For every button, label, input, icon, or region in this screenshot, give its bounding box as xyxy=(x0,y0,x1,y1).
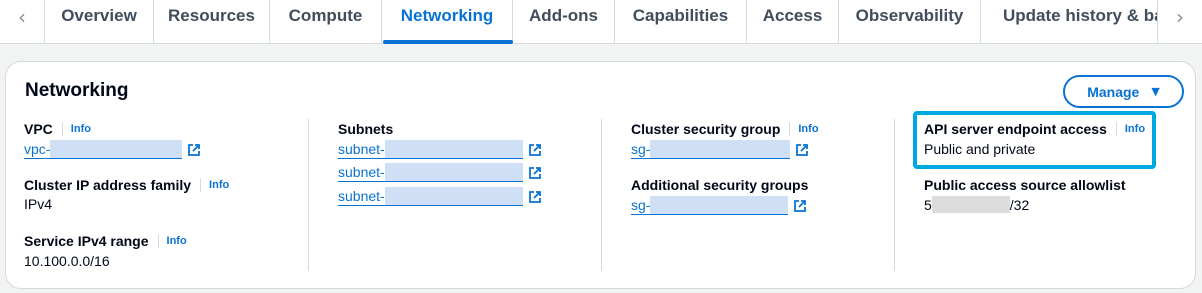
asg-link-text: sg- xyxy=(631,197,651,213)
cluster-security-group-info-link[interactable]: Info xyxy=(798,123,818,135)
tab-resources[interactable]: Resources xyxy=(154,0,269,44)
vpc-label: VPC Info xyxy=(24,121,91,137)
asg-link-underline: sg- xyxy=(631,196,789,215)
subnet-link-underline: subnet- xyxy=(338,140,523,159)
public-access-allowlist-value: 5 /32 xyxy=(924,196,1029,213)
external-link-icon xyxy=(796,143,809,156)
vpc-link-text: vpc- xyxy=(24,141,51,157)
tab-compute[interactable]: Compute xyxy=(270,0,381,44)
csg-link-text: sg- xyxy=(631,141,651,157)
tab-overview[interactable]: Overview xyxy=(45,0,153,44)
tab-bar: ‹ Overview Resources Compute Networking … xyxy=(0,0,1202,44)
column-divider xyxy=(894,119,895,271)
public-access-allowlist-label: Public access source allowlist xyxy=(924,177,1126,193)
tab-label: Overview xyxy=(61,6,137,25)
manage-button[interactable]: Manage ▼ xyxy=(1063,75,1184,108)
redacted-id xyxy=(384,163,523,181)
additional-security-groups-label: Additional security groups xyxy=(631,177,808,193)
tab-label: Capabilities xyxy=(632,6,729,25)
subnet-link[interactable]: subnet- xyxy=(338,163,541,182)
additional-security-group-link[interactable]: sg- xyxy=(631,196,807,215)
tabs-scroll-left-icon[interactable]: ‹ xyxy=(0,0,44,33)
vpc-info-link[interactable]: Info xyxy=(71,123,91,135)
info-divider xyxy=(61,122,63,136)
external-link-icon xyxy=(188,143,201,156)
tab-label: Resources xyxy=(168,6,255,25)
tab-observability[interactable]: Observability xyxy=(839,0,980,44)
redacted-ip xyxy=(931,196,1010,213)
vpc-link[interactable]: vpc- xyxy=(24,140,201,159)
external-link-icon xyxy=(528,190,541,203)
manage-button-label: Manage xyxy=(1087,83,1140,100)
subnet-link-text: subnet- xyxy=(338,141,385,157)
ip-family-label: Cluster IP address family Info xyxy=(24,177,229,193)
subnets-label-text: Subnets xyxy=(338,121,394,137)
redacted-id xyxy=(50,140,183,158)
active-tab-indicator xyxy=(383,40,513,44)
subnet-link-text: subnet- xyxy=(338,164,385,180)
tab-label: Networking xyxy=(400,6,494,25)
csg-link-underline: sg- xyxy=(631,140,791,159)
tab-label: Observability xyxy=(855,6,964,25)
networking-panel: Networking Manage ▼ VPC Info vpc- Cluste… xyxy=(5,61,1196,289)
highlight-annotation xyxy=(913,111,1156,169)
tab-label: Access xyxy=(762,6,823,25)
redacted-id xyxy=(650,196,789,214)
tab-access[interactable]: Access xyxy=(747,0,838,44)
tabs-scroll-right-icon[interactable]: › xyxy=(1158,0,1202,33)
external-link-icon xyxy=(528,143,541,156)
vpc-label-text: VPC xyxy=(24,121,53,137)
tab-label: Compute xyxy=(288,6,363,25)
info-divider xyxy=(157,234,159,248)
tab-label: Add-ons xyxy=(529,6,598,25)
subnet-link[interactable]: subnet- xyxy=(338,140,541,159)
external-link-icon xyxy=(528,166,541,179)
tab-capabilities[interactable]: Capabilities xyxy=(615,0,746,44)
tab-label: Update history & bac xyxy=(1003,6,1157,25)
tab-add-ons[interactable]: Add-ons xyxy=(513,0,614,44)
external-link-icon xyxy=(794,199,807,212)
info-divider xyxy=(789,122,791,136)
tab-update-history[interactable]: Update history & bac xyxy=(981,0,1157,44)
caret-down-icon: ▼ xyxy=(1151,85,1160,98)
cluster-security-group-label-text: Cluster security group xyxy=(631,121,781,137)
subnet-link-text: subnet- xyxy=(338,188,385,204)
tab-networking[interactable]: Networking xyxy=(382,0,512,44)
redacted-id xyxy=(384,140,523,158)
cluster-security-group-label: Cluster security group Info xyxy=(631,121,819,137)
public-access-allowlist-label-text: Public access source allowlist xyxy=(924,177,1126,193)
subnets-label: Subnets xyxy=(338,121,393,137)
allowlist-suffix: /32 xyxy=(1009,196,1030,213)
column-divider xyxy=(601,119,602,271)
redacted-id xyxy=(384,187,523,205)
service-range-label: Service IPv4 range Info xyxy=(24,233,187,249)
info-divider xyxy=(200,178,202,192)
vpc-link-underline: vpc- xyxy=(24,140,183,159)
service-range-info-link[interactable]: Info xyxy=(167,235,187,247)
service-range-label-text: Service IPv4 range xyxy=(24,233,149,249)
panel-title: Networking xyxy=(25,80,129,101)
ip-family-info-link[interactable]: Info xyxy=(209,179,229,191)
subnet-link[interactable]: subnet- xyxy=(338,187,541,206)
ip-family-value: IPv4 xyxy=(24,196,53,212)
service-range-value: 10.100.0.0/16 xyxy=(24,253,110,269)
subnet-link-underline: subnet- xyxy=(338,187,523,206)
subnet-link-underline: subnet- xyxy=(338,163,523,182)
column-divider xyxy=(308,119,309,271)
additional-security-groups-label-text: Additional security groups xyxy=(631,177,809,193)
allowlist-prefix: 5 xyxy=(924,196,932,213)
cluster-security-group-link[interactable]: sg- xyxy=(631,140,809,159)
ip-family-label-text: Cluster IP address family xyxy=(24,177,192,193)
redacted-id xyxy=(650,140,791,158)
